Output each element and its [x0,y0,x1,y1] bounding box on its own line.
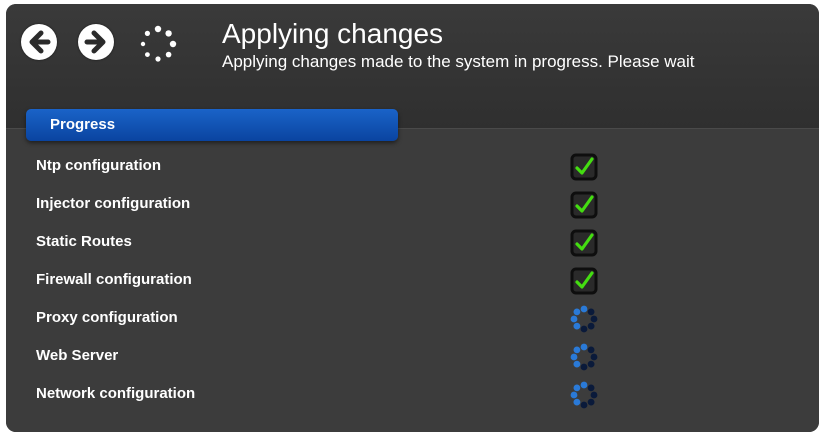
tab-progress[interactable]: Progress [26,109,398,141]
list-item-label: Proxy configuration [36,309,178,326]
loading-spinner-icon [570,305,598,333]
arrow-left-icon [29,30,51,54]
list-item-label: Static Routes [36,233,132,250]
page-title: Applying changes [222,18,444,49]
check-icon [570,153,598,181]
list-item-label: Firewall configuration [36,271,192,288]
list-item: Web Server [36,337,796,375]
check-icon [570,191,598,219]
loading-spinner-icon [570,343,598,371]
list-item: Firewall configuration [36,261,796,299]
list-item: Injector configuration [36,185,796,223]
list-item-label: Web Server [36,347,119,364]
dialog-frame: Applying changes Applying changes made t… [6,4,819,432]
list-item: Static Routes [36,223,796,261]
back-button[interactable] [21,24,57,60]
page-subtitle: Applying changes made to the system in p… [222,52,695,71]
busy-spinner-icon [140,25,177,62]
list-item-label: Injector configuration [36,195,191,212]
arrow-right-icon [84,30,106,54]
loading-spinner-icon [570,381,598,409]
check-icon [570,267,598,295]
list-item: Proxy configuration [36,299,796,337]
list-item-label: Ntp configuration [36,157,161,174]
forward-button[interactable] [78,24,114,60]
list-item: Ntp configuration [36,147,796,185]
list-item: Network configuration [36,375,796,413]
list-item-label: Network configuration [36,385,196,402]
check-icon [570,229,598,257]
